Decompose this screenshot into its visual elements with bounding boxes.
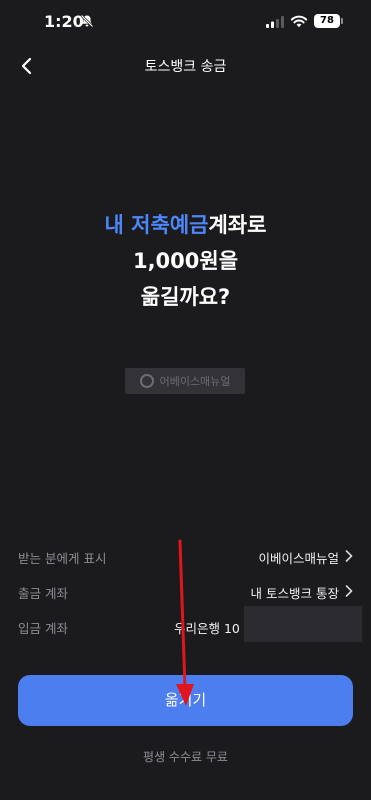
wifi-icon [290, 15, 308, 28]
withdrawal-account-label: 출금 계좌 [18, 586, 68, 601]
headline-line-1: 내 저축예금계좌로 [0, 207, 371, 243]
deposit-account-value: 우리은행 10 [174, 621, 240, 636]
watermark-logo-icon [139, 374, 154, 388]
signal-icon [266, 16, 284, 28]
bell-muted-icon [80, 14, 94, 28]
headline-question: 옮길까요? [140, 285, 231, 309]
headline-account-highlight: 내 저축예금 [104, 213, 209, 237]
withdrawal-account-row[interactable]: 출금 계좌 내 토스뱅크 통장 [18, 580, 353, 602]
watermark-text: 어베이스매뉴얼 [159, 375, 231, 388]
status-bar: 1:20 78 [0, 0, 371, 44]
chevron-right-icon [345, 550, 353, 562]
recipient-display-row[interactable]: 받는 분에게 표시 이베이스매뉴얼 [18, 545, 353, 567]
status-time: 1:20 [44, 12, 84, 31]
recipient-display-value: 이베이스매뉴얼 [258, 551, 339, 566]
move-money-button[interactable]: 옮기기 [18, 675, 353, 726]
fee-free-note: 평생 수수료 무료 [143, 750, 228, 764]
redacted-account-number [244, 606, 362, 642]
chevron-right-icon [345, 585, 353, 597]
headline-amount: 1,000원을 [132, 249, 239, 273]
recipient-display-label: 받는 분에게 표시 [18, 551, 107, 566]
withdrawal-account-value: 내 토스뱅크 통장 [250, 586, 339, 601]
watermark: 어베이스매뉴얼 [125, 368, 245, 394]
headline-account-suffix: 계좌로 [208, 213, 267, 237]
transfer-headline: 내 저축예금계좌로 1,000원을 옮길까요? [0, 207, 371, 315]
nav-bar: 토스뱅크 송금 [0, 44, 371, 88]
deposit-account-label: 입금 계좌 [18, 621, 68, 636]
battery-icon: 78 [314, 14, 343, 28]
page-title: 토스뱅크 송금 [144, 59, 227, 75]
